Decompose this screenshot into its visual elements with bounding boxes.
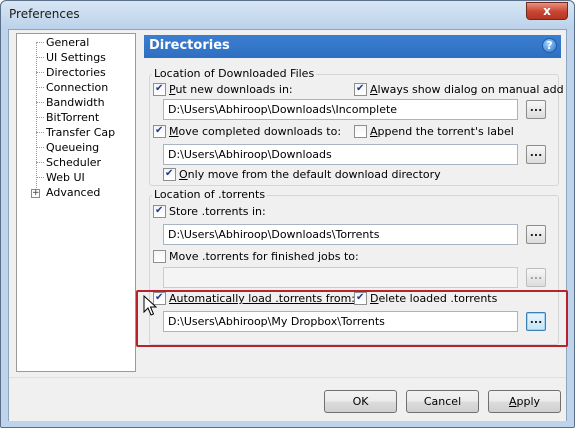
section-header: Directories ?: [144, 35, 561, 58]
tree-item-bittorrent[interactable]: BitTorrent: [46, 110, 99, 125]
store-torrents-path-field[interactable]: D:\Users\Abhiroop\Downloads\Torrents: [163, 224, 518, 245]
tree-connector: [36, 87, 44, 88]
tree-connector: [36, 177, 44, 178]
tree-item-general[interactable]: General: [46, 35, 89, 50]
put-new-downloads-checkbox[interactable]: Put new downloads in:: [153, 82, 293, 98]
window-title: Preferences: [9, 7, 80, 21]
tree-connector: [36, 42, 37, 194]
tree-connector: [36, 42, 44, 43]
tree-item-transfer-cap[interactable]: Transfer Cap: [46, 125, 115, 140]
tree-item-directories[interactable]: Directories: [46, 65, 106, 80]
tree-connector: [36, 132, 44, 133]
category-tree[interactable]: General UI Settings Directories Connecti…: [16, 33, 136, 372]
tree-connector: [36, 162, 44, 163]
dialog-client-area: General UI Settings Directories Connecti…: [8, 29, 568, 421]
title-bar[interactable]: Preferences x: [1, 1, 574, 29]
checkbox-box[interactable]: [163, 167, 176, 181]
torrents-group-label: Location of .torrents: [152, 188, 268, 201]
checkbox-box[interactable]: [153, 82, 166, 96]
ok-button[interactable]: OK: [324, 390, 397, 413]
tree-connector: [36, 72, 44, 73]
cancel-button[interactable]: Cancel: [406, 390, 479, 413]
browse-store-torrents-button[interactable]: ...: [526, 225, 546, 244]
move-finished-path-field[interactable]: [163, 267, 518, 288]
help-icon[interactable]: ?: [542, 38, 557, 53]
move-completed-checkbox[interactable]: Move completed downloads to:: [153, 124, 341, 140]
tree-item-scheduler[interactable]: Scheduler: [46, 155, 101, 170]
append-label-checkbox[interactable]: Append the torrent's label: [354, 124, 514, 140]
tree-connector: [36, 57, 44, 58]
tree-item-bandwidth[interactable]: Bandwidth: [46, 95, 105, 110]
checkbox-box[interactable]: [354, 124, 367, 138]
mouse-cursor-icon: [143, 295, 157, 316]
tree-item-advanced[interactable]: Advanced: [46, 185, 100, 200]
section-title: Directories: [149, 38, 230, 53]
button-bar: OK Cancel Apply: [9, 377, 566, 421]
close-button[interactable]: x: [526, 2, 568, 20]
browse-incomplete-button[interactable]: ...: [526, 100, 546, 119]
tree-item-web-ui[interactable]: Web UI: [46, 170, 85, 185]
tree-item-ui-settings[interactable]: UI Settings: [46, 50, 106, 65]
tree-item-connection[interactable]: Connection: [46, 80, 108, 95]
tree-connector: [36, 147, 44, 148]
browse-move-finished-button[interactable]: ...: [526, 268, 546, 287]
annotation-highlight-box: [136, 290, 568, 347]
apply-button[interactable]: Apply: [488, 390, 561, 413]
move-finished-torrents-checkbox[interactable]: Move .torrents for finished jobs to:: [153, 249, 359, 265]
expand-advanced-icon[interactable]: +: [31, 189, 40, 198]
incomplete-path-field[interactable]: D:\Users\Abhiroop\Downloads\Incomplete: [163, 99, 518, 120]
browse-completed-button[interactable]: ...: [526, 145, 546, 164]
tree-connector: [36, 117, 44, 118]
downloaded-files-group-label: Location of Downloaded Files: [152, 67, 317, 80]
checkbox-box[interactable]: [354, 82, 367, 96]
preferences-window: Preferences x General UI Settings Direct…: [0, 0, 575, 428]
always-show-dialog-checkbox[interactable]: Always show dialog on manual add: [354, 82, 564, 98]
store-torrents-checkbox[interactable]: Store .torrents in:: [153, 204, 266, 220]
tree-item-queueing[interactable]: Queueing: [46, 140, 99, 155]
only-move-default-checkbox[interactable]: Only move from the default download dire…: [163, 167, 441, 183]
completed-path-field[interactable]: D:\Users\Abhiroop\Downloads: [163, 144, 518, 165]
checkbox-box[interactable]: [153, 204, 166, 218]
tree-connector: [36, 102, 44, 103]
checkbox-box[interactable]: [153, 249, 166, 263]
checkbox-box[interactable]: [153, 124, 166, 138]
